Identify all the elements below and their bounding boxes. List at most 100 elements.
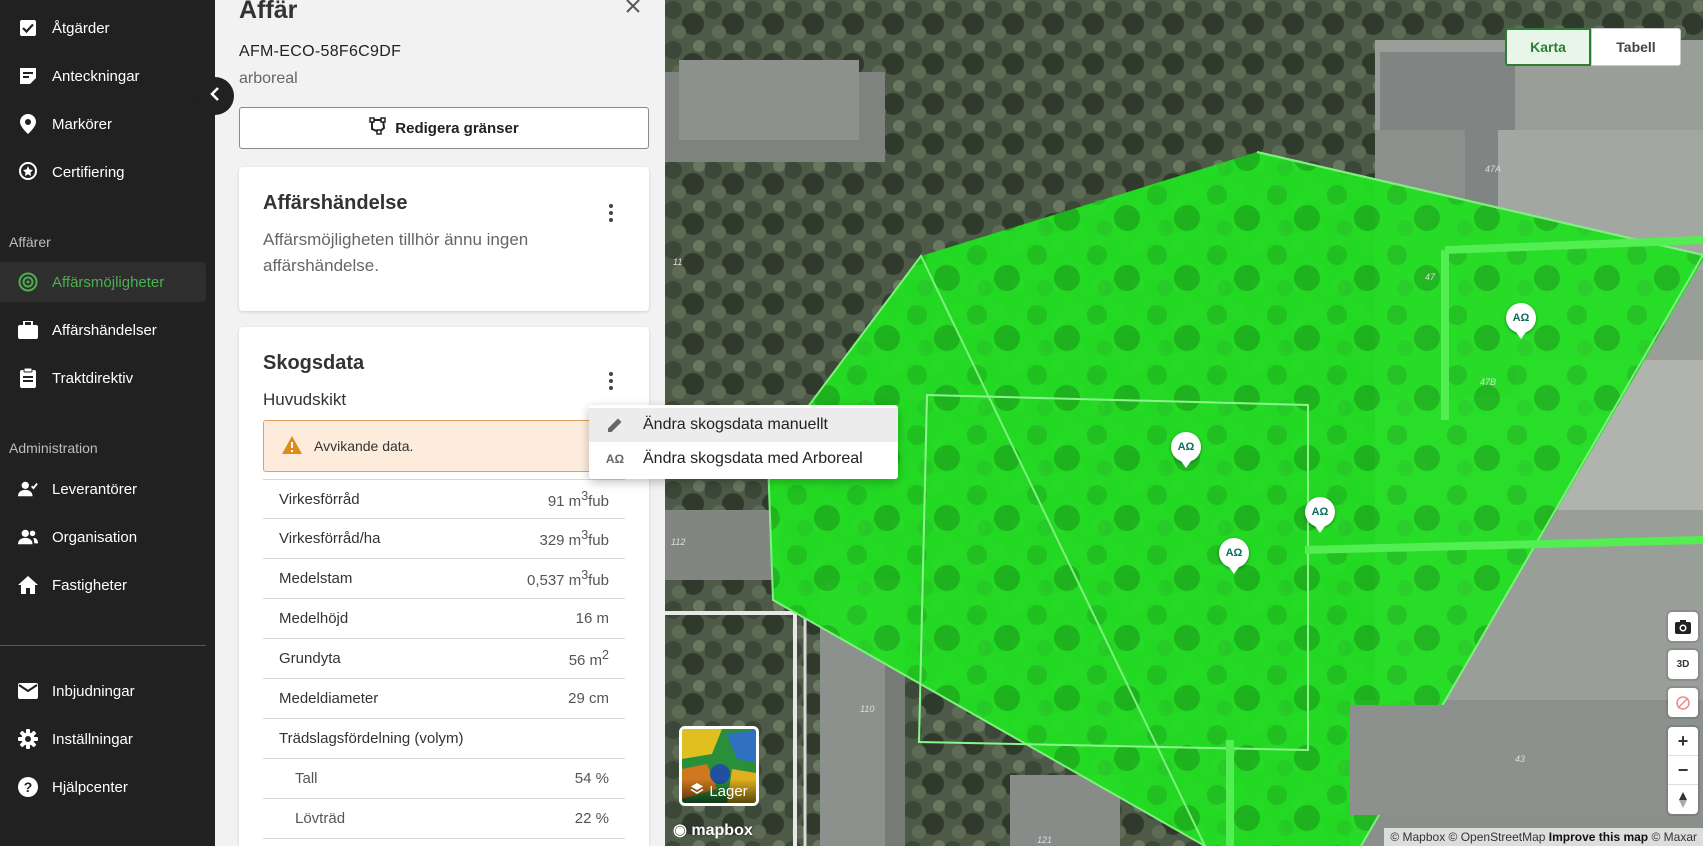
row-value: 22 % [574,810,609,827]
building-label: 121 [1037,835,1052,845]
3d-control[interactable]: 3D [1668,650,1698,679]
row-value: 29 cm [568,690,609,707]
sidebar-divider [0,645,206,646]
collapse-sidebar-button[interactable] [196,77,234,115]
event-card-text: Affärsmöjligheten tillhör ännu ingen aff… [263,230,529,275]
zoom-control[interactable]: + − [1668,727,1698,814]
menu-item-edit-arboreal[interactable]: AΩ Ändra skogsdata med Arboreal [589,442,898,476]
sidebar-item-certifiering[interactable]: Certifiering [0,152,206,192]
row-label: Grundyta [279,650,341,667]
layer-button[interactable]: Lager [679,726,759,806]
zoom-in-icon[interactable]: + [1668,727,1698,756]
menu-item-label: Ändra skogsdata manuellt [643,416,828,433]
sidebar-item-traktdirektiv[interactable]: Traktdirektiv [0,358,206,398]
sidebar-item-label: Leverantörer [52,480,138,498]
row-label: Lövträd [295,810,346,827]
forest-card-menu-icon[interactable] [599,369,623,393]
table-row: Medelstam 0,537 m3fub [263,559,625,599]
map-marker[interactable]: AΩ [1506,303,1536,339]
pin-icon [18,114,38,134]
building-label: 112 [671,537,685,547]
mapbox-logo[interactable]: ◉ mapbox [673,820,753,840]
sidebar-item-label: Affärsmöjligheter [52,273,165,291]
close-icon[interactable] [625,0,641,20]
attribution-mapbox[interactable]: © Mapbox [1390,830,1445,844]
warning-icon [282,435,314,457]
attribution: © Mapbox © OpenStreetMap Improve this ma… [1384,828,1703,846]
sidebar-item-label: Inbjudningar [52,682,135,700]
edit-boundaries-button[interactable]: Redigera gränser [239,107,649,149]
map-marker[interactable]: AΩ [1219,538,1249,574]
row-value: 56 m2 [568,648,609,669]
sidebar: Åtgärder Anteckningar Markörer Certifier… [0,0,215,846]
view-toggle-table[interactable]: Tabell [1591,28,1681,66]
context-menu: Ändra skogsdata manuellt AΩ Ändra skogsd… [589,405,898,479]
supplier-icon [18,479,38,499]
mail-icon [18,681,38,701]
menu-item-edit-manual[interactable]: Ändra skogsdata manuellt [589,408,898,442]
sidebar-item-installningar[interactable]: Inställningar [0,719,206,759]
camera-icon[interactable] [1668,612,1698,641]
svg-text:?: ? [24,779,33,795]
row-label: Trädslagsfördelning (volym) [279,730,464,747]
map-marker[interactable]: AΩ [1171,432,1201,468]
layers-icon [690,782,704,800]
screenshot-control[interactable] [1668,612,1698,641]
event-card: Affärshändelse Affärsmöjligheten tillhör… [239,167,649,311]
attribution-maxar[interactable]: © Maxar [1651,830,1697,844]
warning-banner: Avvikande data. [263,420,625,472]
sidebar-item-markorer[interactable]: Markörer [0,104,206,144]
row-value: 0,537 m3fub [526,568,609,589]
row-label: Tall [295,770,318,787]
help-icon: ? [18,777,38,797]
sidebar-item-affarsmojligheter[interactable]: Affärsmöjligheter [0,262,206,302]
home-icon [18,575,38,595]
compass-icon[interactable] [1668,785,1698,814]
view-toggle-map[interactable]: Karta [1505,28,1591,66]
warning-text: Avvikande data. [314,438,414,454]
improve-map-link[interactable]: Improve this map [1549,830,1648,844]
3d-icon[interactable]: 3D [1668,650,1698,679]
table-row: Trädslagsfördelning (volym) [263,719,625,759]
polygon-edit-icon [369,117,395,139]
people-icon [18,527,38,547]
event-card-menu-icon[interactable] [599,201,623,225]
sidebar-item-label: Fastigheter [52,576,128,594]
layer-label: Lager [682,779,756,803]
clipboard-icon [18,368,38,388]
forest-card-subtitle: Huvudskikt [263,390,347,409]
checkbox-icon [18,18,38,38]
table-row: Virkesförråd/ha 329 m3fub [263,519,625,559]
row-value: 54 % [574,770,609,787]
sidebar-item-inbjudningar[interactable]: Inbjudningar [0,671,206,711]
sidebar-item-organisation[interactable]: Organisation [0,517,206,557]
building-label: 47 [1425,272,1436,282]
terrain-off-icon[interactable] [1668,688,1698,717]
sidebar-item-affarshandelser[interactable]: Affärshändelser [0,310,206,350]
sidebar-item-label: Traktdirektiv [52,369,134,387]
arboreal-icon: AΩ [605,452,625,466]
forest-card-title: Skogsdata [263,352,365,374]
section-label-deals: Affärer [9,234,51,250]
row-value: 16 m [575,610,609,627]
row-value: 329 m3fub [539,528,609,549]
sidebar-item-fastigheter[interactable]: Fastigheter [0,565,206,605]
table-row: Lövträd 22 % [263,799,625,839]
sidebar-item-atgarder[interactable]: Åtgärder [0,8,206,48]
table-row: Grundyta 56 m2 [263,639,625,679]
attribution-osm[interactable]: © OpenStreetMap [1449,830,1546,844]
map-marker[interactable]: AΩ [1305,497,1335,533]
sidebar-item-hjalpcenter[interactable]: ? Hjälpcenter [0,767,206,807]
forest-data-card: Skogsdata Huvudskikt Avvikande data. Vir… [239,327,649,846]
section-label-admin: Administration [9,440,98,456]
deal-id: AFM-ECO-58F6C9DF [239,43,402,60]
briefcase-icon [18,320,38,340]
sidebar-item-label: Affärshändelser [52,321,157,339]
terrain-control[interactable] [1668,688,1698,717]
zoom-out-icon[interactable]: − [1668,756,1698,785]
row-label: Medeldiameter [279,690,379,707]
note-icon [18,66,38,86]
sidebar-item-leverantorer[interactable]: Leverantörer [0,469,206,509]
sidebar-item-anteckningar[interactable]: Anteckningar [0,56,206,96]
table-row: Medeldiameter 29 cm [263,679,625,719]
